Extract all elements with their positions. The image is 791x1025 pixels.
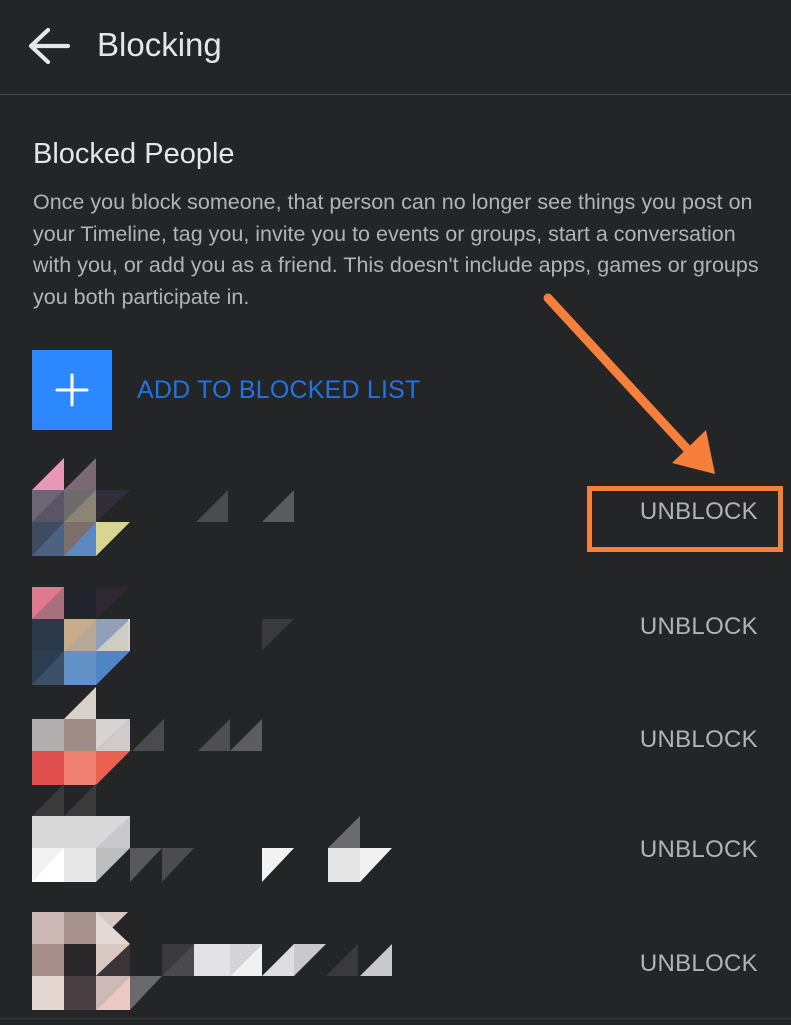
arrow-left-icon — [28, 27, 70, 65]
add-button-tile[interactable] — [32, 350, 112, 430]
avatar — [32, 912, 392, 1010]
divider — [0, 1018, 791, 1019]
section-description: Once you block someone, that person can … — [33, 190, 759, 309]
unblock-button[interactable]: UNBLOCK — [640, 613, 758, 641]
unblock-button[interactable]: UNBLOCK — [640, 726, 758, 754]
avatar — [32, 687, 130, 785]
blurred-name — [132, 719, 262, 751]
add-to-blocked-list-label: ADD TO BLOCKED LIST — [137, 375, 421, 404]
avatar — [32, 587, 130, 685]
avatar — [32, 458, 130, 556]
avatar — [32, 784, 194, 882]
blocked-person-row: UNBLOCK — [0, 587, 791, 700]
unblock-button[interactable]: UNBLOCK — [640, 836, 758, 864]
blocked-person-row: UNBLOCK — [0, 912, 791, 1025]
unblock-button[interactable]: UNBLOCK — [640, 498, 758, 526]
blurred-name — [196, 490, 294, 522]
add-to-blocked-list-button[interactable]: ADD TO BLOCKED LIST — [32, 350, 452, 430]
plus-icon — [55, 373, 89, 407]
section-title: Blocked People — [33, 138, 235, 170]
back-button[interactable] — [24, 22, 72, 70]
app-header: Blocking — [0, 0, 791, 95]
page-title: Blocking — [97, 26, 222, 63]
blocked-person-row: UNBLOCK — [0, 784, 791, 897]
blurred-name — [262, 816, 392, 882]
unblock-button[interactable]: UNBLOCK — [640, 950, 758, 978]
blocked-person-row: UNBLOCK — [0, 458, 791, 571]
blurred-name — [262, 619, 294, 651]
